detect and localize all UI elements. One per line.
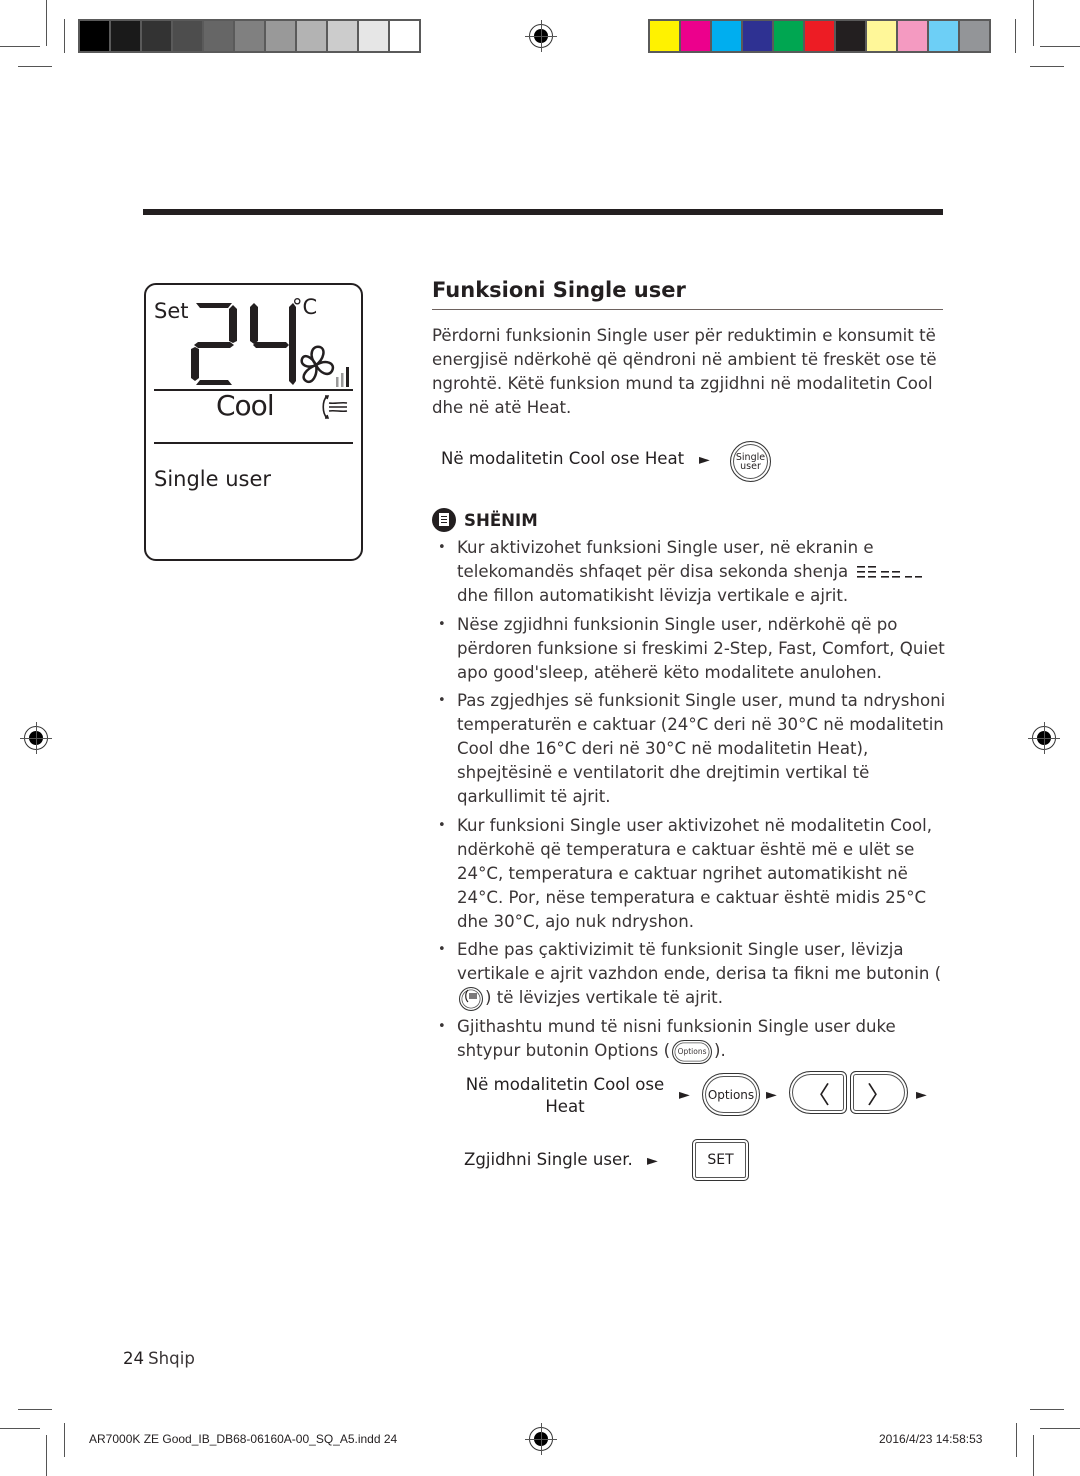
crop-mark bbox=[46, 1435, 47, 1476]
color-swatch bbox=[204, 21, 233, 51]
chevron-right-icon: 〉 bbox=[867, 1081, 891, 1109]
color-swatch bbox=[111, 21, 140, 51]
step-3-text: Zgjidhni Single user. bbox=[464, 1150, 633, 1169]
options-button[interactable]: Options bbox=[702, 1073, 760, 1116]
page-number: 24 bbox=[123, 1349, 145, 1368]
color-swatch bbox=[173, 21, 202, 51]
crop-mark bbox=[1033, 0, 1034, 46]
registration-mark-icon bbox=[525, 20, 557, 52]
single-user-button[interactable]: Single user bbox=[730, 441, 771, 482]
crop-mark bbox=[1030, 66, 1064, 67]
color-swatch bbox=[235, 21, 264, 51]
crop-mark bbox=[1015, 19, 1016, 53]
note-list: Kur aktivizohet funksioni Single user, n… bbox=[432, 536, 952, 1068]
crop-mark bbox=[46, 0, 47, 46]
crop-mark bbox=[1016, 1423, 1017, 1457]
intro-paragraph: Përdorni funksionin Single user për redu… bbox=[432, 326, 937, 417]
crop-mark bbox=[1033, 1435, 1034, 1476]
color-swatch bbox=[328, 21, 357, 51]
lcd-function: Single user bbox=[154, 467, 272, 491]
crop-mark bbox=[64, 19, 65, 53]
color-swatch bbox=[712, 21, 741, 51]
fan-icon bbox=[300, 345, 349, 387]
lcd-divider bbox=[154, 442, 353, 444]
step-2-text: Në modalitetin Cool ose Heat bbox=[465, 1075, 665, 1116]
step-1-text: Në modalitetin Cool ose Heat bbox=[441, 449, 685, 468]
air-swing-icon bbox=[322, 395, 348, 419]
color-swatch bbox=[650, 21, 679, 51]
crop-mark bbox=[18, 1409, 52, 1410]
arrow-right-icon: ► bbox=[699, 452, 710, 468]
color-swatch bbox=[142, 21, 171, 51]
crop-mark bbox=[1030, 1409, 1064, 1410]
crop-mark bbox=[0, 1428, 40, 1429]
color-swatch bbox=[80, 21, 109, 51]
section-title: Funksioni Single user bbox=[432, 278, 686, 302]
color-swatch bbox=[836, 21, 865, 51]
lcd-unit: °C bbox=[292, 295, 318, 319]
note-item: Nëse zgjidhni funksionin Single user, nd… bbox=[432, 613, 952, 685]
crop-mark bbox=[0, 46, 40, 47]
slug-timestamp: 2016/4/23 14:58:53 bbox=[879, 1432, 983, 1446]
color-swatch bbox=[774, 21, 803, 51]
note-item-text: Edhe pas çaktivizimit të funksionit Sing… bbox=[457, 940, 942, 983]
title-rule bbox=[432, 309, 943, 310]
single-user-button-line2: user bbox=[740, 460, 761, 472]
note-icon bbox=[432, 508, 456, 532]
color-swatch bbox=[960, 21, 989, 51]
set-button[interactable]: SET bbox=[692, 1139, 749, 1181]
registration-mark-icon bbox=[1028, 722, 1060, 754]
note-header: SHËNIM bbox=[432, 508, 538, 532]
note-item-text: ). bbox=[714, 1041, 726, 1060]
slug-filename: AR7000K ZE Good_IB_DB68-06160A-00_SQ_A5.… bbox=[89, 1432, 398, 1446]
left-button[interactable]: 〈 bbox=[789, 1071, 847, 1114]
registration-mark-icon bbox=[20, 722, 52, 754]
note-item-text: dhe fillon automatikisht lëvizja vertika… bbox=[457, 586, 849, 605]
lcd-mode: Cool bbox=[216, 389, 275, 422]
color-swatch bbox=[297, 21, 326, 51]
lcd-temperature-digits bbox=[191, 303, 296, 385]
color-swatch bbox=[266, 21, 295, 51]
section-top-rule bbox=[143, 209, 943, 215]
air-swing-button-icon bbox=[459, 986, 483, 1011]
lcd-set-label: Set bbox=[154, 299, 189, 323]
note-item: Kur funksioni Single user aktivizohet në… bbox=[432, 814, 952, 934]
arrow-right-icon: ► bbox=[647, 1153, 658, 1169]
arrow-right-icon: ► bbox=[679, 1087, 690, 1103]
arrow-right-icon: ► bbox=[766, 1087, 777, 1103]
color-swatch bbox=[743, 21, 772, 51]
note-item: Gjithashtu mund të nisni funksionin Sing… bbox=[432, 1015, 952, 1064]
color-swatch bbox=[681, 21, 710, 51]
crop-mark bbox=[1040, 1428, 1080, 1429]
chevron-left-icon: 〈 bbox=[806, 1081, 830, 1109]
page-footer: 24 Shqip bbox=[123, 1349, 195, 1368]
note-item: Edhe pas çaktivizimit të funksionit Sing… bbox=[432, 938, 952, 1011]
right-button[interactable]: 〉 bbox=[850, 1071, 908, 1114]
page-language: Shqip bbox=[148, 1349, 195, 1368]
crop-mark bbox=[64, 1423, 65, 1457]
note-item-text: Kur aktivizohet funksioni Single user, n… bbox=[457, 538, 874, 581]
note-item: Pas zgjedhjes së funksionit Single user,… bbox=[432, 689, 952, 809]
step-1: Në modalitetin Cool ose Heat ► bbox=[441, 449, 710, 468]
crop-mark bbox=[1040, 46, 1080, 47]
color-swatch bbox=[390, 21, 419, 51]
color-swatch bbox=[867, 21, 896, 51]
note-item: Kur aktivizohet funksioni Single user, n… bbox=[432, 536, 952, 608]
note-label: SHËNIM bbox=[464, 510, 538, 530]
swing-segments-icon bbox=[857, 566, 923, 578]
remote-lcd-display: Set °C Cool Single user bbox=[144, 283, 363, 561]
options-button-icon: Options bbox=[672, 1039, 713, 1064]
color-swatch bbox=[359, 21, 388, 51]
color-bar bbox=[648, 19, 991, 53]
note-item-text: ) të lëvizjes vertikale të ajrit. bbox=[485, 988, 723, 1007]
color-swatch bbox=[805, 21, 834, 51]
grayscale-bar bbox=[78, 19, 421, 53]
registration-mark-icon bbox=[525, 1423, 557, 1455]
arrow-right-icon: ► bbox=[916, 1087, 927, 1103]
crop-mark bbox=[18, 66, 52, 67]
color-swatch bbox=[898, 21, 927, 51]
color-swatch bbox=[929, 21, 958, 51]
